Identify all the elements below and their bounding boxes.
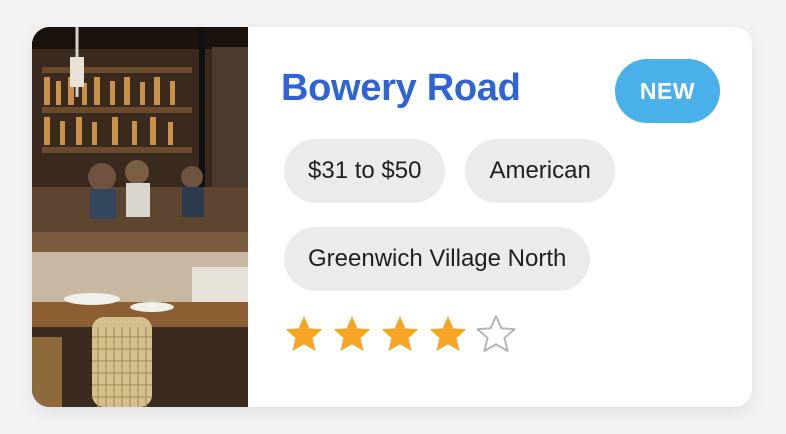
star-empty-icon bbox=[476, 314, 516, 354]
star-rating bbox=[284, 314, 524, 354]
star-filled-icon bbox=[380, 314, 420, 354]
restaurant-details: Bowery Road NEW $31 to $50 American Greenw… bbox=[248, 27, 752, 407]
restaurant-photo bbox=[32, 27, 248, 407]
star-filled-icon bbox=[284, 314, 324, 354]
restaurant-card[interactable]: Bowery Road NEW $31 to $50 American Greenw… bbox=[32, 27, 752, 407]
cuisine-tag: American bbox=[465, 139, 615, 203]
new-badge: NEW bbox=[615, 59, 720, 123]
price-tag: $31 to $50 bbox=[284, 139, 446, 203]
star-filled-icon bbox=[332, 314, 372, 354]
star-filled-icon bbox=[428, 314, 468, 354]
restaurant-name[interactable]: Bowery Road bbox=[281, 67, 521, 110]
neighborhood-tag: Greenwich Village North bbox=[284, 227, 591, 291]
tag-list: $31 to $50 American Greenwich Village Nort… bbox=[284, 139, 664, 315]
